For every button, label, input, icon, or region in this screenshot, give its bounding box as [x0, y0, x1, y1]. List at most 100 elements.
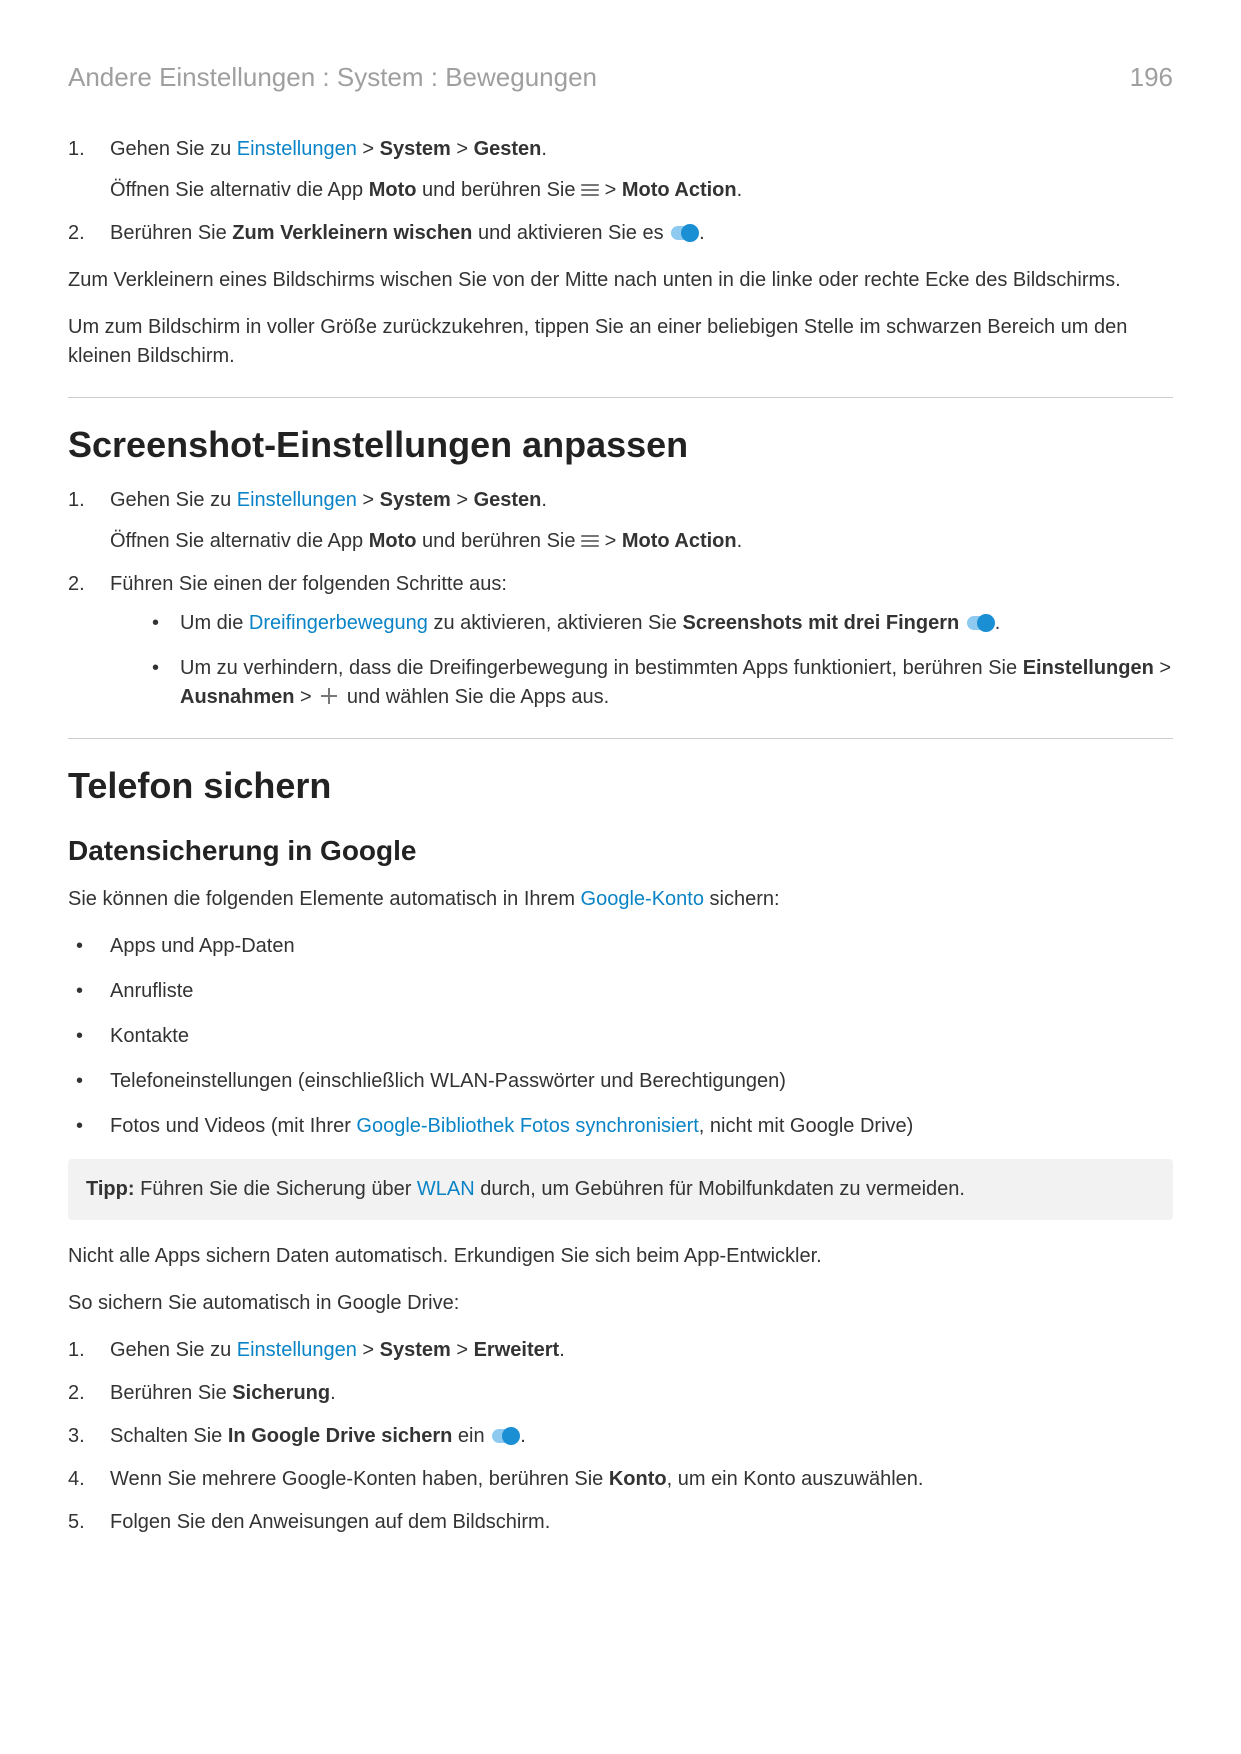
settings-link[interactable]: Einstellungen [237, 138, 357, 160]
text: , nicht mit Google Drive) [699, 1115, 914, 1137]
text: . [520, 1425, 526, 1447]
sub-text: Öffnen Sie alternativ die App Moto und b… [110, 527, 1173, 556]
list-item: Gehen Sie zu Einstellungen > System > Ge… [68, 486, 1173, 556]
text: > [451, 489, 474, 511]
list-item: Berühren Sie Sicherung. [68, 1379, 1173, 1408]
text: Wenn Sie mehrere Google-Konten haben, be… [110, 1468, 609, 1490]
sub-bullets: Um die Dreifingerbewegung zu aktivieren,… [110, 609, 1173, 712]
text: > [357, 1339, 380, 1361]
divider [68, 397, 1173, 398]
bold-text: Erweitert [474, 1339, 560, 1361]
paragraph: Sie können die folgenden Elemente automa… [68, 885, 1173, 914]
bold-text: System [380, 1339, 451, 1361]
text: . [737, 530, 743, 552]
list-item: Telefoneinstellungen (einschließlich WLA… [68, 1067, 1173, 1096]
text: Fotos und Videos (mit Ihrer [110, 1115, 356, 1137]
text: Gehen Sie zu [110, 1339, 237, 1361]
settings-link[interactable]: Einstellungen [237, 489, 357, 511]
paragraph: So sichern Sie automatisch in Google Dri… [68, 1289, 1173, 1318]
toggle-on-icon [967, 616, 993, 630]
settings-link[interactable]: Einstellungen [237, 1339, 357, 1361]
menu-icon [581, 181, 599, 199]
text: Öffnen Sie alternativ die App [110, 530, 369, 552]
text: Gehen Sie zu [110, 489, 237, 511]
list-item: Berühren Sie Zum Verkleinern wischen und… [68, 219, 1173, 248]
bold-text: Konto [609, 1468, 667, 1490]
text: > [1154, 657, 1171, 679]
sub-text: Öffnen Sie alternativ die App Moto und b… [110, 176, 1173, 205]
text: Um zu verhindern, dass die Dreifingerbew… [180, 657, 1023, 679]
three-finger-link[interactable]: Dreifingerbewegung [249, 612, 428, 634]
text: . [995, 612, 1001, 634]
text: und aktivieren Sie es [472, 222, 669, 244]
paragraph: Zum Verkleinern eines Bildschirms wische… [68, 266, 1173, 295]
text: und berühren Sie [416, 179, 581, 201]
text: Sie können die folgenden Elemente automa… [68, 888, 581, 910]
wlan-link[interactable]: WLAN [417, 1178, 475, 1200]
list-item: Kontakte [68, 1022, 1173, 1051]
list-item: Anrufliste [68, 977, 1173, 1006]
tip-label: Tipp: [86, 1178, 135, 1200]
page-header: Andere Einstellungen : System : Bewegung… [68, 62, 1173, 93]
bold-text: Zum Verkleinern wischen [232, 222, 472, 244]
bold-text: Screenshots mit drei Fingern [682, 612, 959, 634]
text: , um ein Konto auszuwählen. [667, 1468, 924, 1490]
text: Berühren Sie [110, 222, 232, 244]
list-item: Schalten Sie In Google Drive sichern ein… [68, 1422, 1173, 1451]
list-item: Folgen Sie den Anweisungen auf dem Bilds… [68, 1508, 1173, 1537]
text: . [699, 222, 705, 244]
backup-list: Apps und App-Daten Anrufliste Kontakte T… [68, 932, 1173, 1141]
text: Öffnen Sie alternativ die App [110, 179, 369, 201]
text: Berühren Sie [110, 1382, 232, 1404]
text: . [541, 489, 547, 511]
list-item: Um die Dreifingerbewegung zu aktivieren,… [110, 609, 1173, 638]
text: Führen Sie die Sicherung über [135, 1178, 417, 1200]
sec1-steps: Gehen Sie zu Einstellungen > System > Ge… [68, 486, 1173, 712]
list-item: Apps und App-Daten [68, 932, 1173, 961]
bold-text: Einstellungen [1023, 657, 1154, 679]
bold-text: Moto [369, 530, 417, 552]
text: Gehen Sie zu [110, 138, 237, 160]
text: Schalten Sie [110, 1425, 228, 1447]
text: sichern: [704, 888, 780, 910]
text: . [737, 179, 743, 201]
bold-text: Moto Action [622, 530, 737, 552]
bold-text: System [380, 489, 451, 511]
text: > [294, 686, 317, 708]
text: > [357, 489, 380, 511]
toggle-on-icon [671, 226, 697, 240]
menu-icon [581, 532, 599, 550]
list-item: Wenn Sie mehrere Google-Konten haben, be… [68, 1465, 1173, 1494]
drive-steps: Gehen Sie zu Einstellungen > System > Er… [68, 1336, 1173, 1537]
bold-text: Moto [369, 179, 417, 201]
list-item: Führen Sie einen der folgenden Schritte … [68, 570, 1173, 712]
bold-text: Moto Action [622, 179, 737, 201]
bold-text: Ausnahmen [180, 686, 294, 708]
text: und berühren Sie [416, 530, 581, 552]
bold-text: In Google Drive sichern [228, 1425, 453, 1447]
list-item: Gehen Sie zu Einstellungen > System > Ge… [68, 135, 1173, 205]
tip-box: Tipp: Führen Sie die Sicherung über WLAN… [68, 1159, 1173, 1220]
sub-heading: Datensicherung in Google [68, 835, 1173, 867]
list-item: Gehen Sie zu Einstellungen > System > Er… [68, 1336, 1173, 1365]
text: Um die [180, 612, 249, 634]
page-number: 196 [1130, 62, 1173, 93]
text: > [599, 530, 622, 552]
text: ein [452, 1425, 490, 1447]
text: zu aktivieren, aktivieren Sie [428, 612, 683, 634]
intro-steps: Gehen Sie zu Einstellungen > System > Ge… [68, 135, 1173, 248]
section-heading: Telefon sichern [68, 765, 1173, 807]
list-item: Fotos und Videos (mit Ihrer Google-Bibli… [68, 1112, 1173, 1141]
bold-text: Gesten [474, 489, 542, 511]
google-account-link[interactable]: Google-Konto [581, 888, 704, 910]
text: > [451, 138, 474, 160]
text: > [357, 138, 380, 160]
plus-icon [321, 688, 337, 704]
google-photos-link[interactable]: Google-Bibliothek Fotos synchronisiert [356, 1115, 698, 1137]
text: . [330, 1382, 336, 1404]
text: . [559, 1339, 565, 1361]
toggle-on-icon [492, 1429, 518, 1443]
section-heading: Screenshot-Einstellungen anpassen [68, 424, 1173, 466]
divider [68, 738, 1173, 739]
list-item: Um zu verhindern, dass die Dreifingerbew… [110, 654, 1173, 712]
